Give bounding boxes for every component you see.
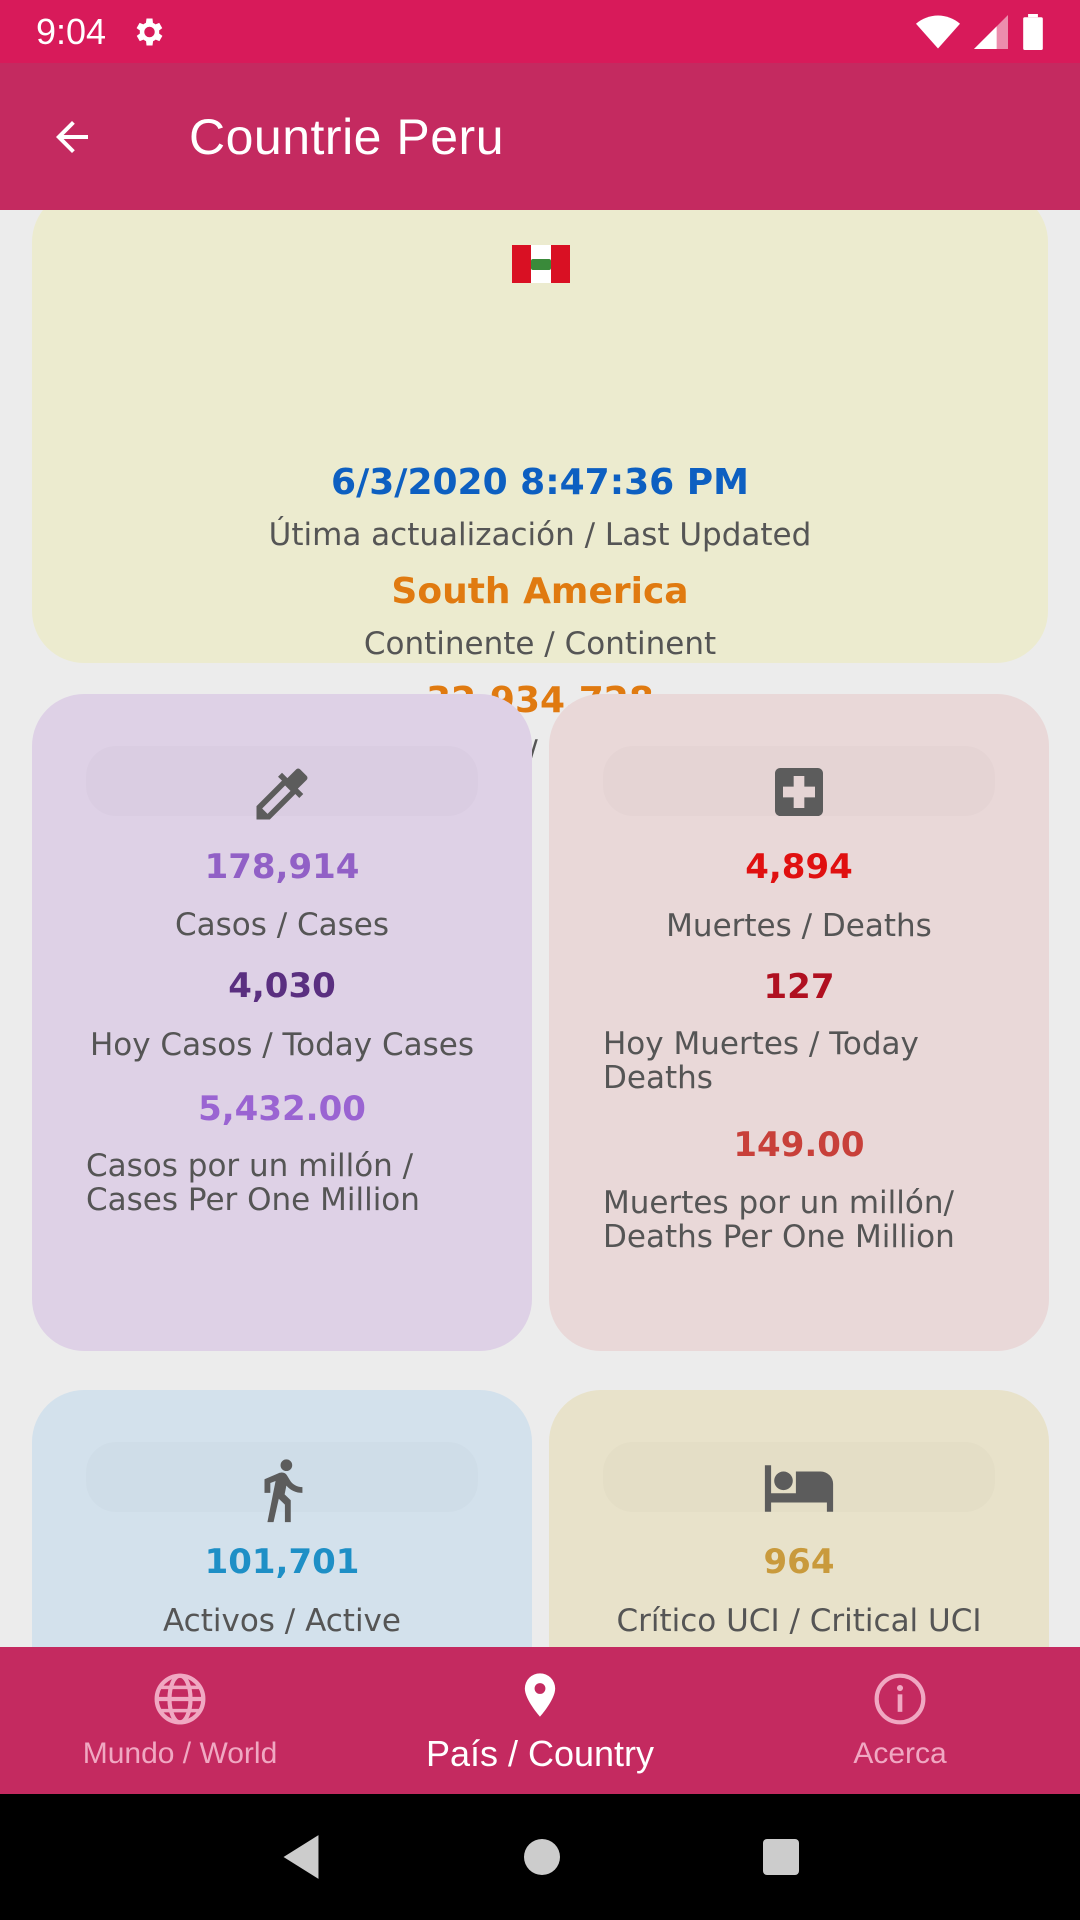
- battery-icon: [1023, 13, 1043, 50]
- deaths-today: 127: [763, 967, 835, 1007]
- nav-label-about: Acerca: [853, 1736, 947, 1770]
- nav-label-world: Mundo / World: [82, 1736, 278, 1770]
- nav-item-world[interactable]: Mundo / World: [0, 1647, 360, 1794]
- walking-person-icon: [264, 1459, 303, 1523]
- cases-per-million: 5,432.00: [198, 1089, 366, 1129]
- settings-gear-icon: [136, 18, 163, 45]
- globe-icon: [154, 1673, 206, 1724]
- system-navigation-bar: [0, 1794, 1080, 1920]
- deaths-card: 4,894 Muertes / Deaths 127 Hoy Muertes /…: [549, 694, 1049, 1351]
- overview-card: 6/3/2020 8:47:36 PM Útima actualización …: [32, 210, 1048, 770]
- last-updated-value: 6/3/2020 8:47:36 PM: [331, 462, 749, 503]
- app-bar: Countrie Peru: [0, 63, 1080, 210]
- cell-signal-icon: [974, 14, 1008, 49]
- info-icon: [874, 1673, 926, 1724]
- status-bar: 9:04: [0, 0, 1080, 63]
- nav-item-about[interactable]: Acerca: [720, 1647, 1080, 1794]
- wifi-icon: [916, 15, 960, 48]
- medical-cross-icon: [775, 768, 823, 816]
- syringe-icon: [256, 768, 308, 820]
- back-button[interactable]: [0, 63, 144, 210]
- active-label: Activos / Active: [163, 1603, 401, 1639]
- location-pin-icon: [524, 1672, 556, 1717]
- cases-card: 178,914 Casos / Cases 4,030 Hoy Casos / …: [32, 694, 532, 1351]
- cases-total-label: Casos / Cases: [174, 907, 390, 943]
- bed-icon: [764, 1465, 834, 1512]
- last-updated-label: Útima actualización / Last Updated: [268, 517, 812, 553]
- critical-label: Crítico UCI / Critical UCI: [616, 1603, 982, 1639]
- deaths-today-label: Hoy Muertes / Today Deaths: [603, 1026, 919, 1096]
- page-title: Countrie Peru: [189, 108, 504, 165]
- deaths-total: 4,894: [745, 847, 853, 887]
- deaths-per-million: 149.00: [733, 1125, 865, 1165]
- continent-label: Continente / Continent: [363, 626, 717, 662]
- cases-today-label: Hoy Casos / Today Cases: [89, 1027, 475, 1063]
- cases-per-million-label: Casos por un millón / Cases Per One Mill…: [86, 1148, 420, 1218]
- continent-value: South America: [391, 571, 689, 612]
- nav-item-country[interactable]: País / Country: [360, 1647, 720, 1794]
- active-card: 101,701 Activos / Active: [32, 1390, 532, 1647]
- active-total: 101,701: [204, 1542, 360, 1582]
- nav-label-country: País / Country: [425, 1732, 655, 1774]
- system-home-icon[interactable]: [522, 1837, 562, 1877]
- peru-flag-icon: [512, 245, 570, 283]
- system-recents-icon[interactable]: [761, 1837, 801, 1877]
- critical-card: 964 Crítico UCI / Critical UCI: [549, 1390, 1049, 1647]
- cases-total: 178,914: [204, 847, 360, 887]
- status-time: 9:04: [36, 10, 107, 52]
- content-scroll[interactable]: 6/3/2020 8:47:36 PM Útima actualización …: [0, 210, 1080, 1647]
- bottom-navigation: Mundo / World País / Country Acerca: [0, 1647, 1080, 1794]
- deaths-total-label: Muertes / Deaths: [666, 908, 932, 944]
- system-back-icon[interactable]: [279, 1833, 323, 1881]
- cases-today: 4,030: [228, 966, 336, 1006]
- deaths-per-million-label: Muertes por un millón/ Deaths Per One Mi…: [603, 1185, 955, 1255]
- critical-total: 964: [763, 1542, 835, 1582]
- arrow-back-icon: [56, 120, 88, 153]
